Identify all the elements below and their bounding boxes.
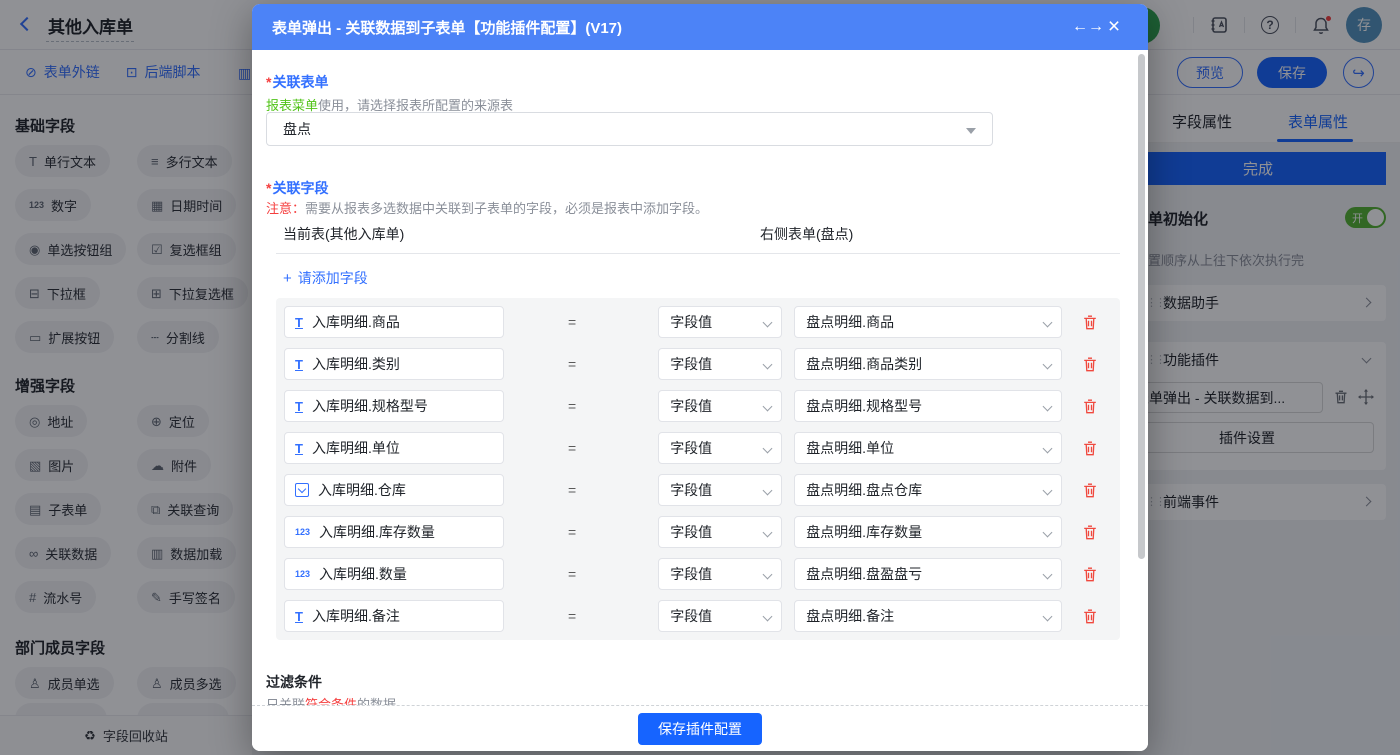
column-right-form: 右侧表单(盘点) (760, 224, 1120, 244)
delete-row-icon[interactable] (1082, 524, 1098, 541)
left-field-input[interactable]: T 入库明细.单位 (284, 432, 504, 464)
add-field-button[interactable]: + 请添加字段 (283, 268, 403, 288)
column-current-table: 当前表(其他入库单) (283, 224, 404, 244)
chevron-down-icon (1043, 570, 1053, 580)
chevron-down-icon (763, 444, 773, 454)
modal-scrollbar[interactable] (1138, 54, 1145, 559)
left-field-input[interactable]: 入库明细.仓库 (284, 474, 504, 506)
chevron-down-icon (763, 612, 773, 622)
equals-sign: = (568, 398, 576, 414)
chevron-down-icon (1043, 444, 1053, 454)
modal-title: 表单弹出 - 关联数据到子表单【功能插件配置】(V17) (272, 17, 1072, 38)
right-field-select[interactable]: 盘点明细.商品 (794, 306, 1062, 338)
chevron-down-icon (1043, 360, 1053, 370)
field-mapping-row: T 入库明细.单位 = 字段值 盘点明细.单位 (284, 432, 1112, 464)
value-type-select[interactable]: 字段值 (658, 390, 782, 422)
link-form-label: *关联表单 (266, 72, 1120, 90)
equals-sign: = (568, 440, 576, 456)
source-form-select[interactable]: 盘点 (266, 112, 993, 146)
delete-row-icon[interactable] (1082, 608, 1098, 625)
equals-sign: = (568, 608, 576, 624)
chevron-down-icon (1043, 318, 1053, 328)
value-type-select[interactable]: 字段值 (658, 432, 782, 464)
save-plugin-config-button[interactable]: 保存插件配置 (638, 713, 762, 745)
plugin-config-modal: 表单弹出 - 关联数据到子表单【功能插件配置】(V17) ←→ × *关联表单 … (252, 4, 1148, 751)
close-icon[interactable]: × (1100, 15, 1128, 39)
delete-row-icon[interactable] (1082, 440, 1098, 457)
field-mapping-row: 入库明细.仓库 = 字段值 盘点明细.盘点仓库 (284, 474, 1112, 506)
delete-row-icon[interactable] (1082, 482, 1098, 499)
text-field-icon: T (295, 441, 303, 456)
field-mapping-row: 123 入库明细.库存数量 = 字段值 盘点明细.库存数量 (284, 516, 1112, 548)
left-field-input[interactable]: T 入库明细.类别 (284, 348, 504, 380)
chevron-down-icon (763, 528, 773, 538)
field-mapping-list: T 入库明细.商品 = 字段值 盘点明细.商品 T 入库明细.类别 = 字段值 … (276, 298, 1120, 640)
required-mark: * (266, 74, 271, 90)
equals-sign: = (568, 482, 576, 498)
number-field-icon: 123 (295, 527, 310, 537)
dropdown-field-icon (295, 483, 309, 497)
field-mapping-row: T 入库明细.商品 = 字段值 盘点明细.商品 (284, 306, 1112, 338)
delete-row-icon[interactable] (1082, 566, 1098, 583)
right-field-select[interactable]: 盘点明细.备注 (794, 600, 1062, 632)
number-field-icon: 123 (295, 569, 310, 579)
delete-row-icon[interactable] (1082, 314, 1098, 331)
left-field-input[interactable]: T 入库明细.商品 (284, 306, 504, 338)
equals-sign: = (568, 566, 576, 582)
right-field-select[interactable]: 盘点明细.单位 (794, 432, 1062, 464)
filter-condition-link[interactable]: 符合条件 (305, 697, 357, 705)
text-field-icon: T (295, 315, 303, 330)
left-field-input[interactable]: T 入库明细.规格型号 (284, 390, 504, 422)
value-type-select[interactable]: 字段值 (658, 558, 782, 590)
left-field-input[interactable]: T 入库明细.备注 (284, 600, 504, 632)
equals-sign: = (568, 524, 576, 540)
right-field-select[interactable]: 盘点明细.商品类别 (794, 348, 1062, 380)
required-mark: * (266, 180, 271, 196)
value-type-select[interactable]: 字段值 (658, 306, 782, 338)
chevron-down-icon (763, 402, 773, 412)
chevron-down-icon (1043, 402, 1053, 412)
text-field-icon: T (295, 357, 303, 372)
filter-condition-label: 过滤条件 (266, 672, 1120, 690)
text-field-icon: T (295, 399, 303, 414)
left-field-input[interactable]: 123 入库明细.数量 (284, 558, 504, 590)
delete-row-icon[interactable] (1082, 398, 1098, 415)
chevron-down-icon (1043, 612, 1053, 622)
expand-icon[interactable]: ←→ (1072, 18, 1100, 36)
chevron-down-icon (1043, 486, 1053, 496)
left-field-input[interactable]: 123 入库明细.库存数量 (284, 516, 504, 548)
filter-condition-description: 只关联符合条件的数据 (266, 694, 1120, 705)
value-type-select[interactable]: 字段值 (658, 348, 782, 380)
chevron-down-icon (1043, 528, 1053, 538)
chevron-down-icon (763, 570, 773, 580)
modal-header: 表单弹出 - 关联数据到子表单【功能插件配置】(V17) ←→ × (252, 4, 1148, 50)
value-type-select[interactable]: 字段值 (658, 474, 782, 506)
mapping-column-headers: 当前表(其他入库单) 右侧表单(盘点) (276, 220, 1120, 254)
link-form-help: 报表菜单使用，请选择报表所配置的来源表 (266, 95, 1120, 111)
right-field-select[interactable]: 盘点明细.盘盈盘亏 (794, 558, 1062, 590)
field-mapping-row: T 入库明细.规格型号 = 字段值 盘点明细.规格型号 (284, 390, 1112, 422)
right-field-select[interactable]: 盘点明细.规格型号 (794, 390, 1062, 422)
caret-down-icon (966, 128, 976, 134)
plus-icon: + (283, 270, 292, 287)
field-mapping-row: 123 入库明细.数量 = 字段值 盘点明细.盘盈盘亏 (284, 558, 1112, 590)
delete-row-icon[interactable] (1082, 356, 1098, 373)
text-field-icon: T (295, 609, 303, 624)
chevron-down-icon (763, 318, 773, 328)
modal-footer: 保存插件配置 (252, 705, 1148, 751)
value-type-select[interactable]: 字段值 (658, 516, 782, 548)
app-page: 其他入库单 ? 存 ⊘ 表单外链 ⊡ 后端脚本 (0, 0, 1400, 755)
right-field-select[interactable]: 盘点明细.盘点仓库 (794, 474, 1062, 506)
right-field-select[interactable]: 盘点明细.库存数量 (794, 516, 1062, 548)
value-type-select[interactable]: 字段值 (658, 600, 782, 632)
chevron-down-icon (763, 360, 773, 370)
field-mapping-row: T 入库明细.类别 = 字段值 盘点明细.商品类别 (284, 348, 1112, 380)
modal-body: *关联表单 报表菜单使用，请选择报表所配置的来源表 盘点 *关联字段 注意：需要… (252, 50, 1148, 705)
link-fields-label: *关联字段 (266, 178, 1120, 196)
field-mapping-row: T 入库明细.备注 = 字段值 盘点明细.备注 (284, 600, 1112, 632)
link-fields-note: 注意：需要从报表多选数据中关联到子表单的字段，必须是报表中添加字段。 (266, 198, 1120, 214)
equals-sign: = (568, 356, 576, 372)
equals-sign: = (568, 314, 576, 330)
chevron-down-icon (763, 486, 773, 496)
